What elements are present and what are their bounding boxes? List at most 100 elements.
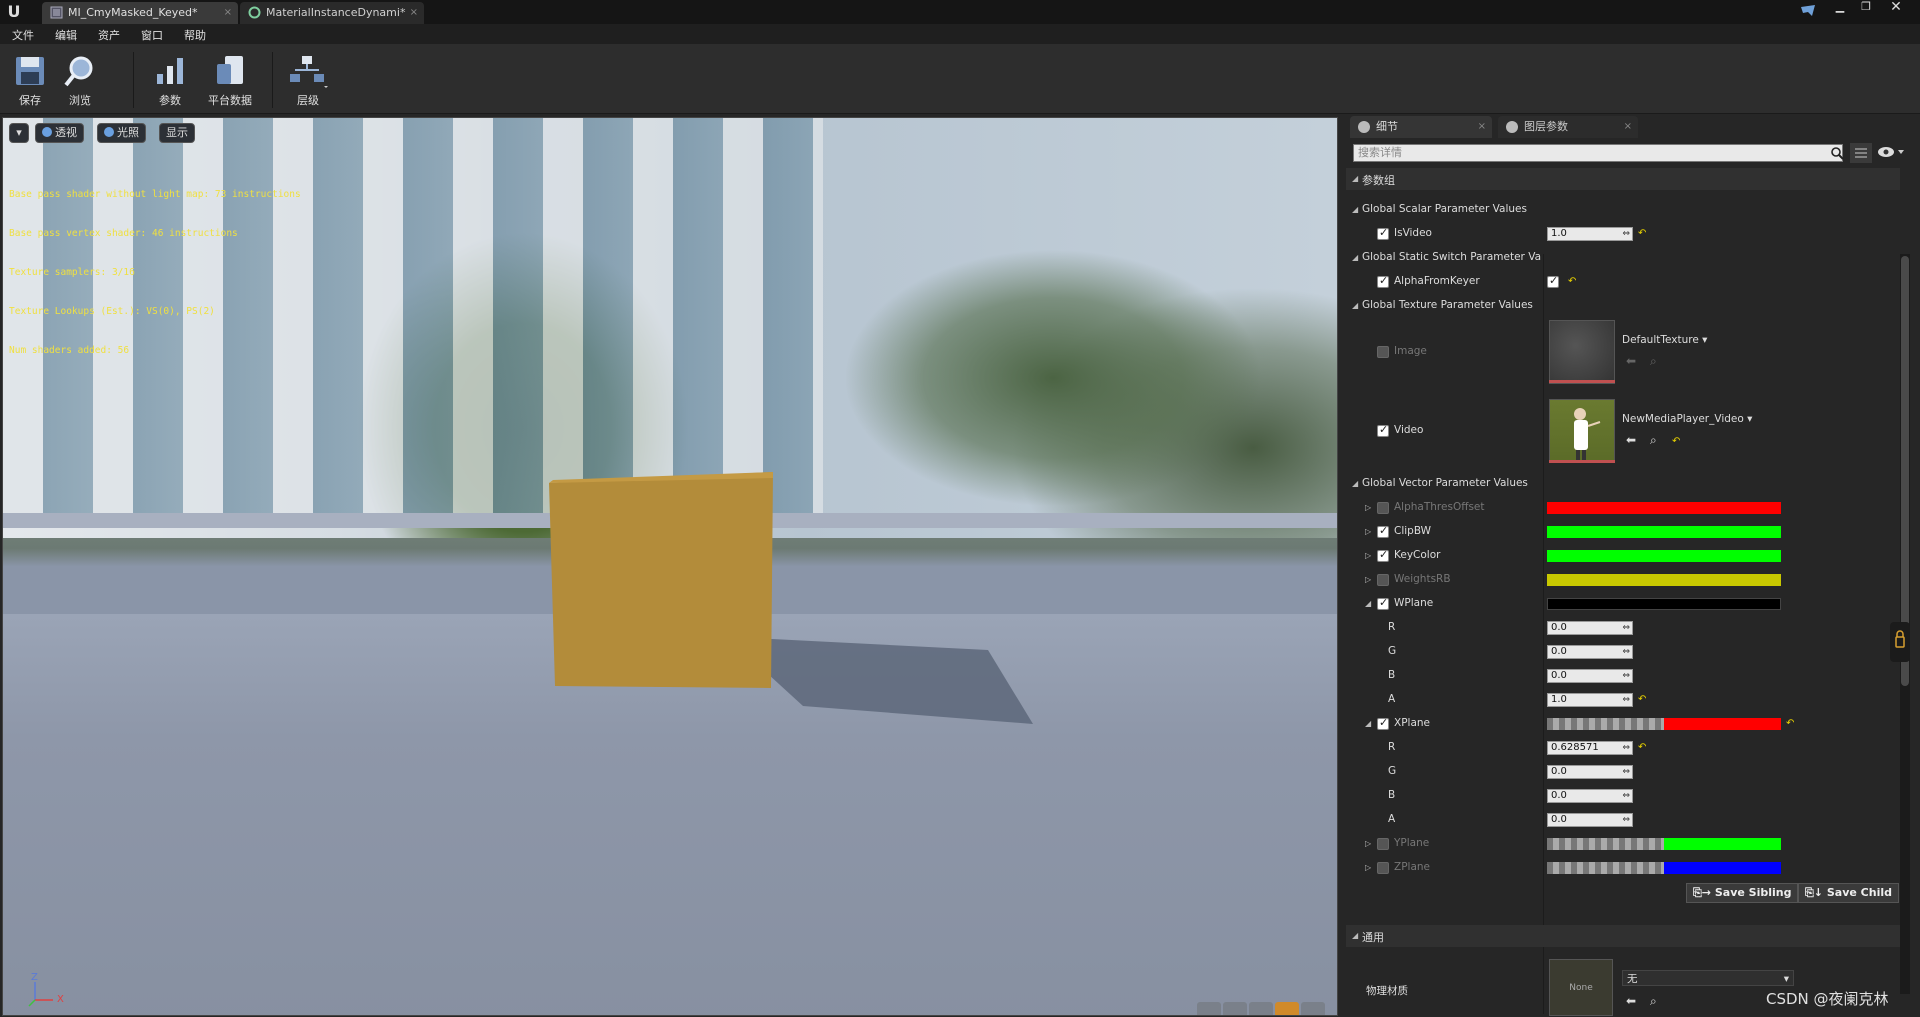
texture-group-header[interactable]: ◢ Global Texture Parameter Values — [1346, 294, 1900, 318]
color-swatch[interactable] — [1547, 502, 1781, 514]
show-button[interactable]: 显示 — [159, 123, 195, 143]
general-group-header[interactable]: ◢ 通用 — [1346, 925, 1900, 947]
view-options-icon[interactable] — [1850, 143, 1872, 163]
close-icon[interactable]: × — [410, 2, 418, 24]
params-button[interactable]: 参数 — [142, 50, 198, 110]
xplane-checkbox[interactable] — [1377, 716, 1389, 730]
use-selected-icon[interactable]: ⬅ — [1626, 433, 1636, 447]
save-child-button[interactable]: ⎘↓ Save Child — [1798, 883, 1899, 903]
isvideo-checkbox[interactable] — [1377, 226, 1389, 240]
browse-asset-icon[interactable]: ⌕ — [1650, 354, 1657, 369]
wplane-b-field[interactable]: 0.0 ⇔ — [1547, 669, 1633, 683]
spin-icon[interactable]: ⇔ — [1622, 646, 1630, 658]
tab-material-instance[interactable]: MI_CmyMasked_Keyed* × — [42, 2, 238, 24]
minimize-button[interactable]: ▁ — [1829, 0, 1851, 16]
expand-icon[interactable]: ▷ — [1365, 503, 1371, 512]
color-swatch[interactable] — [1547, 598, 1781, 610]
use-selected-icon[interactable]: ⬅ — [1626, 354, 1636, 368]
yplane-checkbox[interactable] — [1377, 838, 1389, 850]
sphere-preview-icon[interactable] — [1223, 1002, 1247, 1016]
close-icon[interactable]: × — [224, 2, 232, 24]
wplane-g-field[interactable]: 0.0 ⇔ — [1547, 645, 1633, 659]
spin-icon[interactable]: ⇔ — [1622, 228, 1630, 240]
alphafromkeyer-enable-checkbox[interactable] — [1377, 274, 1389, 288]
collapse-icon[interactable]: ◢ — [1365, 719, 1371, 728]
color-swatch[interactable] — [1547, 574, 1781, 586]
expand-icon[interactable]: ▷ — [1365, 575, 1371, 584]
expand-icon[interactable]: ▷ — [1365, 551, 1371, 560]
video-texture-dropdown[interactable]: NewMediaPlayer_Video ▾ — [1622, 411, 1752, 427]
alpha-swatch[interactable] — [1547, 718, 1664, 730]
alphathresoffset-checkbox[interactable] — [1377, 502, 1389, 514]
close-window-button[interactable]: ✕ — [1885, 0, 1907, 16]
viewport[interactable]: ▾ 透视 光照 显示 Base pass shader without ligh… — [2, 117, 1338, 1016]
reset-to-default-icon[interactable]: ↶ — [1638, 743, 1648, 753]
teapot-preview-icon[interactable] — [1301, 1002, 1325, 1016]
wplane-checkbox[interactable] — [1377, 596, 1389, 610]
wplane-r-field[interactable]: 0.0 ⇔ — [1547, 621, 1633, 635]
color-swatch[interactable] — [1664, 718, 1781, 730]
image-checkbox[interactable] — [1377, 346, 1389, 358]
reset-to-default-icon[interactable]: ↶ — [1672, 437, 1682, 447]
close-icon[interactable]: × — [1624, 116, 1632, 138]
close-icon[interactable]: × — [1478, 116, 1486, 138]
use-selected-icon[interactable]: ⬅ — [1626, 994, 1636, 1008]
search-input[interactable]: 搜索详情 — [1353, 144, 1843, 162]
video-texture-thumbnail[interactable] — [1549, 399, 1615, 463]
reset-to-default-icon[interactable]: ↶ — [1638, 229, 1648, 239]
alpha-swatch[interactable] — [1547, 838, 1664, 850]
phys-material-thumbnail[interactable]: None — [1549, 959, 1613, 1016]
reset-to-default-icon[interactable]: ↶ — [1638, 695, 1648, 705]
static-switch-group-header[interactable]: ◢ Global Static Switch Parameter Va — [1346, 246, 1900, 270]
tab-material-instance-dynamic[interactable]: MaterialInstanceDynami* × — [240, 2, 424, 24]
expand-icon[interactable]: ▷ — [1365, 863, 1371, 872]
reset-to-default-icon[interactable]: ↶ — [1786, 719, 1796, 729]
video-checkbox[interactable] — [1377, 423, 1389, 437]
phys-material-dropdown[interactable]: 无 ▾ — [1622, 970, 1794, 986]
xplane-g-field[interactable]: 0.0 ⇔ — [1547, 765, 1633, 779]
spin-icon[interactable]: ⇔ — [1622, 790, 1630, 802]
default-texture-thumbnail[interactable] — [1549, 320, 1615, 384]
spin-icon[interactable]: ⇔ — [1622, 742, 1630, 754]
browse-button[interactable]: 浏览 — [52, 50, 108, 110]
cube[interactable] — [549, 472, 773, 688]
cube-preview-icon[interactable] — [1275, 1002, 1299, 1016]
spin-icon[interactable]: ⇔ — [1622, 622, 1630, 634]
color-swatch[interactable] — [1547, 550, 1781, 562]
expand-icon[interactable]: ▷ — [1365, 527, 1371, 536]
color-swatch[interactable] — [1547, 526, 1781, 538]
hierarchy-button[interactable]: 层级 — [280, 50, 336, 110]
image-texture-dropdown[interactable]: DefaultTexture ▾ — [1622, 332, 1707, 348]
menu-edit[interactable]: 编辑 — [55, 27, 77, 43]
xplane-r-field[interactable]: 0.628571 ⇔ — [1547, 741, 1633, 755]
perspective-button[interactable]: 透视 — [35, 123, 84, 143]
plane-preview-icon[interactable] — [1249, 1002, 1273, 1016]
zplane-checkbox[interactable] — [1377, 862, 1389, 874]
spin-icon[interactable]: ⇔ — [1622, 694, 1630, 706]
tab-layer-params[interactable]: 图层参数 × — [1498, 116, 1638, 138]
platform-data-button[interactable]: 平台数据 — [202, 50, 258, 110]
browse-asset-icon[interactable]: ⌕ — [1650, 433, 1657, 448]
spin-icon[interactable]: ⇔ — [1622, 670, 1630, 682]
weightsrb-checkbox[interactable] — [1377, 574, 1389, 586]
xplane-a-field[interactable]: 0.0 ⇔ — [1547, 813, 1633, 827]
visibility-eye-icon[interactable] — [1876, 145, 1906, 159]
collapse-icon[interactable]: ◢ — [1365, 599, 1371, 608]
tab-details[interactable]: 细节 × — [1350, 116, 1492, 138]
feedback-icon[interactable] — [1800, 4, 1816, 18]
alpha-swatch[interactable] — [1547, 862, 1664, 874]
menu-help[interactable]: 帮助 — [184, 27, 206, 43]
spin-icon[interactable]: ⇔ — [1622, 814, 1630, 826]
dock-tab[interactable] — [1890, 622, 1910, 662]
menu-asset[interactable]: 资产 — [98, 27, 120, 43]
wplane-a-field[interactable]: 1.0 ⇔ — [1547, 693, 1633, 707]
save-button[interactable]: 保存 — [2, 50, 58, 110]
menu-file[interactable]: 文件 — [12, 27, 34, 43]
reset-to-default-icon[interactable]: ↶ — [1568, 277, 1578, 287]
viewport-options-button[interactable]: ▾ — [9, 123, 29, 143]
alphafromkeyer-value-checkbox[interactable] — [1547, 274, 1559, 288]
save-sibling-button[interactable]: ⎘→ Save Sibling — [1686, 883, 1799, 903]
restore-button[interactable]: ❐ — [1855, 0, 1877, 16]
clipbw-checkbox[interactable] — [1377, 524, 1389, 538]
browse-asset-icon[interactable]: ⌕ — [1650, 994, 1657, 1009]
